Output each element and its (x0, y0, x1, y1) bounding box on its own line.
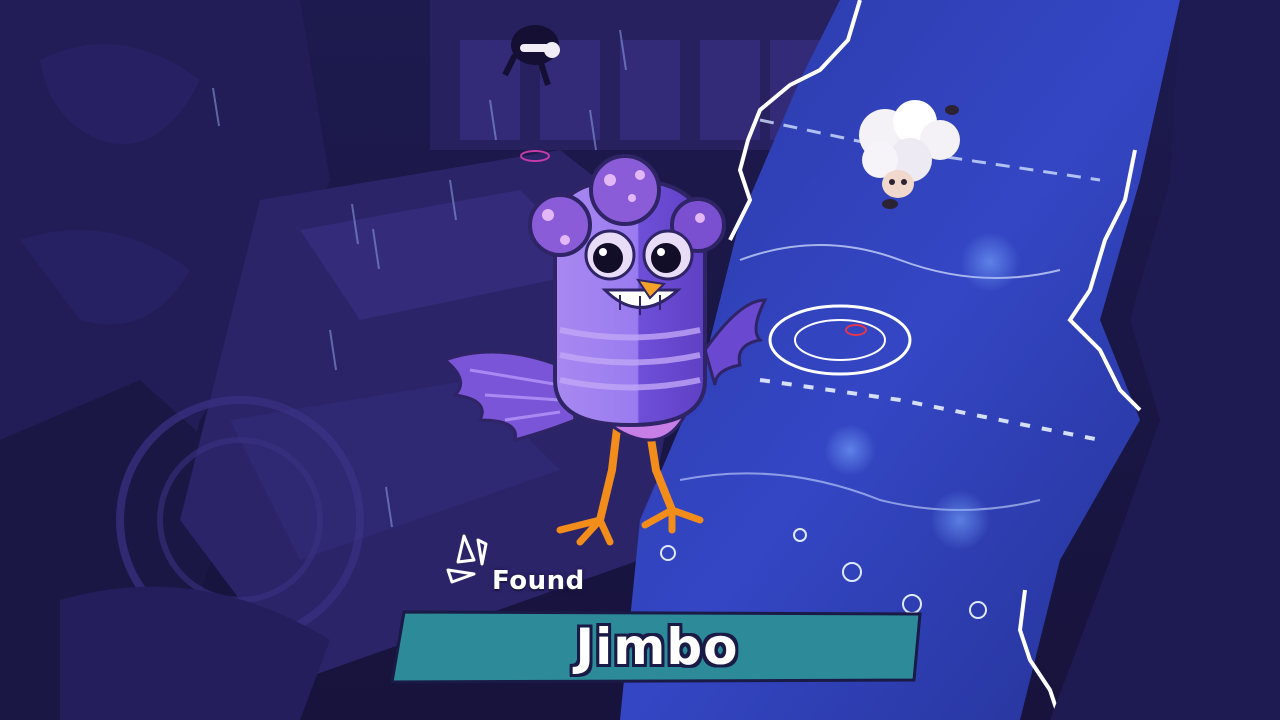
sparkle-burst-icon (446, 534, 488, 584)
character-name: Jimbo (575, 618, 739, 676)
found-label: Found (492, 566, 585, 596)
game-viewport: Found Jimbo (0, 0, 1280, 720)
found-notification: Found (444, 530, 604, 600)
character-name-banner: Jimbo (390, 610, 924, 684)
